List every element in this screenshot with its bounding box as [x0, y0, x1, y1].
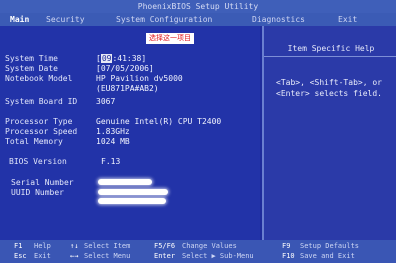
board-id-value: 3067	[96, 97, 116, 106]
footer-key-updown: ↑↓	[70, 242, 79, 250]
footer-desc-exit: Exit	[34, 252, 51, 260]
uuid-number-redacted	[98, 189, 168, 195]
system-time-rest: :41:38]	[112, 54, 147, 63]
system-time-hour[interactable]: 09	[100, 54, 113, 63]
notebook-model-value: HP Pavilion dv5000	[96, 74, 183, 83]
processor-speed-label: Processor Speed	[5, 127, 78, 136]
annotation-label: 选择这一项目	[146, 33, 194, 44]
serial-number-label: Serial Number	[11, 178, 74, 187]
footer-key-f9: F9	[282, 242, 291, 250]
footer-desc-change-values: Change Values	[182, 242, 237, 250]
help-line-2: <Enter> selects field.	[276, 89, 382, 98]
serial-number-redacted	[98, 179, 152, 185]
help-panel: Item Specific Help <Tab>, <Shift-Tab>, o…	[262, 26, 396, 240]
footer-bar: F1 Help ↑↓ Select Item F5/F6 Change Valu…	[0, 240, 396, 263]
title-bar: PhoenixBIOS Setup Utility	[0, 0, 396, 13]
processor-type-value: Genuine Intel(R) CPU T2400	[96, 117, 222, 126]
menu-main[interactable]: Main	[10, 13, 29, 26]
total-memory-label: Total Memory	[5, 137, 63, 146]
menu-security[interactable]: Security	[46, 13, 85, 26]
uuid-number-label: UUID Number	[11, 188, 64, 197]
main-panel: System Time [09:41:38] System Date [07/0…	[0, 26, 260, 240]
bios-version-value: F.13	[101, 157, 121, 166]
footer-desc-save-exit: Save and Exit	[300, 252, 355, 260]
total-memory-value: 1024 MB	[96, 137, 130, 146]
system-date-value[interactable]: [07/05/2006]	[96, 64, 154, 73]
menu-exit[interactable]: Exit	[338, 13, 357, 26]
notebook-model-label: Notebook Model	[5, 74, 73, 83]
app-title: PhoenixBIOS Setup Utility	[137, 2, 259, 11]
footer-desc-select-item: Select Item	[84, 242, 131, 250]
footer-desc-select-menu: Select Menu	[84, 252, 131, 260]
footer-key-f10: F10	[282, 252, 295, 260]
processor-speed-value: 1.83GHz	[96, 127, 130, 136]
help-line-1: <Tab>, <Shift-Tab>, or	[276, 78, 382, 87]
system-time-value[interactable]: [09:41:38]	[96, 54, 146, 63]
bios-screen: PhoenixBIOS Setup Utility Main Security …	[0, 0, 396, 263]
uuid-number-redacted-2	[98, 198, 166, 204]
footer-key-f5f6: F5/F6	[154, 242, 176, 250]
menu-system-configuration[interactable]: System Configuration	[116, 13, 212, 26]
system-time-label: System Time	[5, 54, 58, 63]
menu-diagnostics[interactable]: Diagnostics	[252, 13, 305, 26]
processor-type-label: Processor Type	[5, 117, 73, 126]
system-date-label: System Date	[5, 64, 58, 73]
footer-key-enter: Enter	[154, 252, 176, 260]
notebook-model-sku: (EU871PA#AB2)	[96, 84, 159, 93]
help-title: Item Specific Help	[264, 42, 396, 57]
footer-desc-setup-defaults: Setup Defaults	[300, 242, 360, 250]
board-id-label: System Board ID	[5, 97, 78, 106]
footer-key-f1: F1	[14, 242, 23, 250]
footer-key-esc: Esc	[14, 252, 27, 260]
footer-desc-select-submenu: Select ▶ Sub-Menu	[182, 252, 254, 260]
footer-key-leftright: ←→	[70, 252, 79, 260]
bios-version-label: BIOS Version	[9, 157, 67, 166]
footer-desc-help: Help	[34, 242, 51, 250]
menu-bar: Main Security System Configuration Diagn…	[0, 13, 396, 26]
